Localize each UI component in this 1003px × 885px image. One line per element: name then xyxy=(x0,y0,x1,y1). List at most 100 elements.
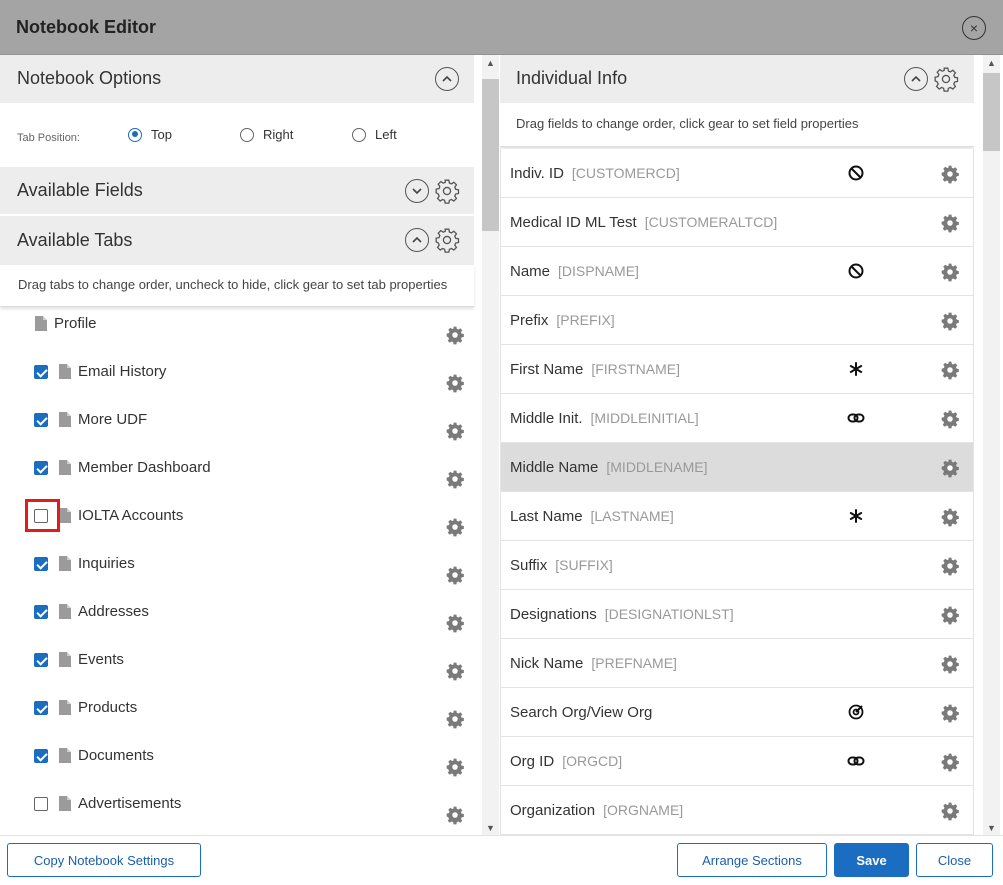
field-row[interactable]: Search Org/View Org xyxy=(500,688,974,737)
gear-icon[interactable] xyxy=(445,421,465,441)
radio-tab-left[interactable]: Left xyxy=(352,127,397,142)
arrange-sections-button[interactable]: Arrange Sections xyxy=(677,843,827,877)
radio-selected-icon[interactable] xyxy=(128,127,142,142)
gear-icon[interactable] xyxy=(445,373,465,393)
field-row[interactable]: First Name [FIRSTNAME] xyxy=(500,345,974,394)
checkbox-unchecked[interactable] xyxy=(34,797,48,811)
document-icon xyxy=(59,652,71,667)
field-code: [DESIGNATIONLST] xyxy=(604,606,734,622)
radio-tab-top[interactable]: Top xyxy=(128,127,172,142)
scroll-thumb[interactable] xyxy=(983,73,1000,151)
checkbox-checked[interactable] xyxy=(34,557,48,571)
gear-icon[interactable] xyxy=(445,517,465,537)
tab-item[interactable]: Member Dashboard xyxy=(0,451,474,499)
checkbox-checked[interactable] xyxy=(34,701,48,715)
gear-outline-icon[interactable] xyxy=(933,66,959,92)
tab-position-group: Tab Position: Top Right Left xyxy=(0,105,474,167)
gear-icon[interactable] xyxy=(940,801,960,821)
field-row[interactable]: Name [DISPNAME] xyxy=(500,247,974,296)
document-icon xyxy=(59,508,71,523)
scroll-up-icon[interactable]: ▲ xyxy=(486,59,495,68)
tab-item[interactable]: Addresses xyxy=(0,595,474,643)
field-row[interactable]: Suffix [SUFFIX] xyxy=(500,541,974,590)
chevron-up-icon[interactable] xyxy=(904,67,928,91)
gear-icon[interactable] xyxy=(445,613,465,633)
field-row[interactable]: Middle Name [MIDDLENAME] xyxy=(500,443,974,492)
scroll-thumb[interactable] xyxy=(482,79,499,231)
individual-info-header[interactable]: Individual Info xyxy=(500,55,974,103)
field-label: Search Org/View Org xyxy=(510,704,652,721)
gear-icon[interactable] xyxy=(445,805,465,825)
gear-outline-icon[interactable] xyxy=(434,227,460,253)
checkbox-checked[interactable] xyxy=(34,653,48,667)
tab-item[interactable]: Inquiries xyxy=(0,547,474,595)
tab-label: Profile xyxy=(54,315,97,332)
gear-icon[interactable] xyxy=(940,752,960,772)
available-fields-header[interactable]: Available Fields xyxy=(0,167,474,215)
checkbox-checked[interactable] xyxy=(34,461,48,475)
gear-icon[interactable] xyxy=(940,360,960,380)
field-row[interactable]: Nick Name [PREFNAME] xyxy=(500,639,974,688)
radio-tab-right[interactable]: Right xyxy=(240,127,293,142)
left-scrollbar[interactable]: ▲ ▼ xyxy=(482,55,499,835)
gear-icon[interactable] xyxy=(445,565,465,585)
field-name: Name xyxy=(510,263,551,280)
notebook-options-header[interactable]: Notebook Options xyxy=(0,55,474,103)
checkbox-checked[interactable] xyxy=(34,413,48,427)
tab-item[interactable]: More UDF xyxy=(0,403,474,451)
gear-icon[interactable] xyxy=(445,709,465,729)
gear-icon[interactable] xyxy=(445,757,465,777)
checkbox-checked[interactable] xyxy=(34,605,48,619)
available-tabs-header[interactable]: Available Tabs xyxy=(0,216,474,265)
gear-icon[interactable] xyxy=(940,458,960,478)
field-row[interactable]: Org ID [ORGCD] xyxy=(500,737,974,786)
copy-notebook-settings-button[interactable]: Copy Notebook Settings xyxy=(7,843,201,877)
highlight-box xyxy=(25,499,60,532)
chevron-down-icon[interactable] xyxy=(405,179,429,203)
chevron-up-icon[interactable] xyxy=(435,67,459,91)
tab-item[interactable]: Profile xyxy=(0,307,474,355)
field-row[interactable]: Organization [ORGNAME] xyxy=(500,786,974,835)
radio-unselected-icon[interactable] xyxy=(240,127,254,142)
gear-icon[interactable] xyxy=(940,213,960,233)
field-row[interactable]: Prefix [PREFIX] xyxy=(500,296,974,345)
field-row[interactable]: Designations [DESIGNATIONLST] xyxy=(500,590,974,639)
tab-item[interactable]: Advertisements xyxy=(0,787,474,835)
save-button[interactable]: Save xyxy=(834,843,909,877)
gear-icon[interactable] xyxy=(940,703,960,723)
gear-icon[interactable] xyxy=(445,325,465,345)
gear-icon[interactable] xyxy=(445,469,465,489)
field-row[interactable]: Middle Init. [MIDDLEINITIAL] xyxy=(500,394,974,443)
scroll-down-icon[interactable]: ▼ xyxy=(987,824,996,833)
scroll-up-icon[interactable]: ▲ xyxy=(987,59,996,68)
tab-item[interactable]: Email History xyxy=(0,355,474,403)
close-button[interactable]: Close xyxy=(916,843,993,877)
field-label: Last Name [LASTNAME] xyxy=(510,508,674,525)
close-icon[interactable]: × xyxy=(962,16,986,40)
gear-icon[interactable] xyxy=(940,311,960,331)
gear-icon[interactable] xyxy=(940,605,960,625)
field-name: Middle Init. xyxy=(510,410,583,427)
chevron-up-icon[interactable] xyxy=(405,228,429,252)
gear-icon[interactable] xyxy=(940,164,960,184)
gear-icon[interactable] xyxy=(940,556,960,576)
gear-icon[interactable] xyxy=(940,409,960,429)
checkbox-checked[interactable] xyxy=(34,749,48,763)
right-scrollbar[interactable]: ▲ ▼ xyxy=(983,55,1000,835)
gear-icon[interactable] xyxy=(940,262,960,282)
gear-icon[interactable] xyxy=(940,507,960,527)
gear-icon[interactable] xyxy=(445,661,465,681)
tab-item[interactable]: Documents xyxy=(0,739,474,787)
field-label: Indiv. ID [CUSTOMERCD] xyxy=(510,165,680,182)
field-row[interactable]: Last Name [LASTNAME] xyxy=(500,492,974,541)
gear-icon[interactable] xyxy=(940,654,960,674)
field-row[interactable]: Medical ID ML Test [CUSTOMERALTCD] xyxy=(500,198,974,247)
gear-outline-icon[interactable] xyxy=(434,178,460,204)
tab-item[interactable]: Events xyxy=(0,643,474,691)
scroll-down-icon[interactable]: ▼ xyxy=(486,824,495,833)
checkbox-checked[interactable] xyxy=(34,365,48,379)
tab-item[interactable]: IOLTA Accounts xyxy=(0,499,474,547)
tab-item[interactable]: Products xyxy=(0,691,474,739)
radio-unselected-icon[interactable] xyxy=(352,127,366,142)
field-row[interactable]: Indiv. ID [CUSTOMERCD] xyxy=(500,149,974,198)
